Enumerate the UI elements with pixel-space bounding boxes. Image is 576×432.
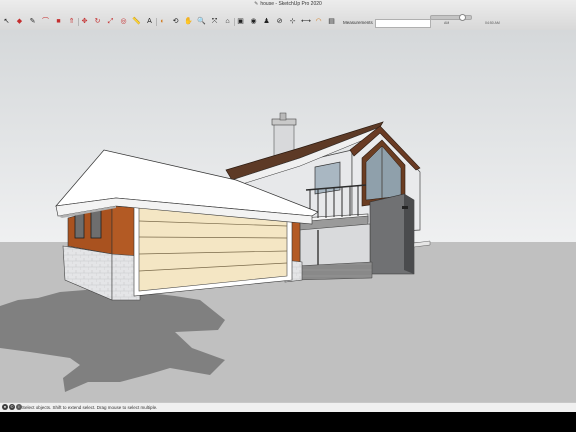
paint-bucket-tool[interactable]: ◐ <box>158 17 167 26</box>
eraser-icon: ◆ <box>16 18 23 25</box>
measurements-label: Measurements <box>343 20 373 25</box>
zoom-icon: 🔍 <box>197 18 206 25</box>
time-left-label: AM <box>444 21 450 25</box>
offset-tool[interactable]: ◎ <box>119 17 128 26</box>
toolbar-separator <box>78 18 79 26</box>
toolbar-area: ✎ house - SketchUp Pro 2020 ↖ ◆ ✎ ⌒ ■ ⇑ ✥ ↻ ⤢ ◎ 📏 A ◐… <box>0 0 576 31</box>
tape-measure-tool[interactable]: 📏 <box>132 17 141 26</box>
scale-icon: ⤢ <box>107 18 114 25</box>
geo-location-icon[interactable]: ● <box>2 404 8 410</box>
tape-measure-icon: 📏 <box>132 18 141 25</box>
scene-canvas[interactable] <box>0 30 576 402</box>
title-bar: ✎ house - SketchUp Pro 2020 <box>0 0 576 11</box>
pencil-icon: ✎ <box>29 18 36 25</box>
toolbar-separator <box>234 18 235 26</box>
warehouse-icon: ⌂ <box>225 18 230 25</box>
time-slider[interactable] <box>430 14 472 21</box>
axes-icon: ⊹ <box>289 18 296 25</box>
pencil-tool[interactable]: ✎ <box>28 17 37 26</box>
orbit-icon: ⟲ <box>172 18 179 25</box>
credits-icon[interactable]: © <box>9 404 15 410</box>
protractor-tool[interactable]: ◠ <box>314 17 323 26</box>
document-icon: ✎ <box>254 1 259 7</box>
protractor-icon: ◠ <box>315 18 322 25</box>
time-slider-knob[interactable] <box>459 14 466 21</box>
pan-tool[interactable]: ✋ <box>184 17 193 26</box>
camera-tool[interactable]: ◉ <box>249 17 258 26</box>
eraser-tool[interactable]: ◆ <box>15 17 24 26</box>
time-right-label: 04:50 AM <box>485 21 500 25</box>
zoom-tool[interactable]: 🔍 <box>197 17 206 26</box>
model-viewport[interactable] <box>0 30 576 402</box>
toolbar-separator <box>156 18 157 26</box>
dimension-icon: ⟷ <box>301 18 312 25</box>
window-title-text: house - SketchUp Pro 2020 <box>260 1 322 7</box>
move-tool[interactable]: ✥ <box>80 17 89 26</box>
shadow-time-control: AM 04:50 AM <box>430 13 524 26</box>
walk-icon: ♟ <box>263 18 270 25</box>
arc-icon: ⌒ <box>42 18 49 25</box>
extension-tool[interactable]: ▣ <box>236 17 245 26</box>
shape-tool[interactable]: ■ <box>54 17 63 26</box>
bottom-letterbox <box>0 412 576 432</box>
layout-tool[interactable]: ▤ <box>327 17 336 26</box>
status-bar: ● © i Select objects. Shift to extend se… <box>0 402 576 412</box>
sketchup-window: ✎ house - SketchUp Pro 2020 ↖ ◆ ✎ ⌒ ■ ⇑ ✥ ↻ ⤢ ◎ 📏 A ◐… <box>0 0 576 432</box>
offset-icon: ◎ <box>120 18 127 25</box>
scale-tool[interactable]: ⤢ <box>106 17 115 26</box>
rotate-tool[interactable]: ↻ <box>93 17 102 26</box>
walk-tool[interactable]: ♟ <box>262 17 271 26</box>
section-plane-tool[interactable]: ⊘ <box>275 17 284 26</box>
select-tool[interactable]: ↖ <box>2 17 11 26</box>
section-plane-icon: ⊘ <box>276 18 283 25</box>
measurements-field[interactable] <box>375 19 431 28</box>
arc-tool[interactable]: ⌒ <box>41 17 50 26</box>
text-icon: A <box>147 18 152 25</box>
push-pull-tool[interactable]: ⇑ <box>67 17 76 26</box>
zoom-extents-icon: ⤧ <box>211 18 218 25</box>
select-arrow-icon: ↖ <box>3 18 10 25</box>
status-text: Select objects. Shift to extend select. … <box>22 405 158 410</box>
text-tool[interactable]: A <box>145 17 154 26</box>
paint-bucket-icon: ◐ <box>160 18 165 25</box>
window-title: ✎ house - SketchUp Pro 2020 <box>0 1 576 7</box>
wall-light <box>402 206 408 209</box>
pan-hand-icon: ✋ <box>184 18 193 25</box>
orbit-tool[interactable]: ⟲ <box>171 17 180 26</box>
warehouse-tool[interactable]: ⌂ <box>223 17 232 26</box>
layout-icon: ▤ <box>328 18 335 25</box>
camera-icon: ◉ <box>250 18 257 25</box>
rotate-icon: ↻ <box>94 18 101 25</box>
dimension-tool[interactable]: ⟷ <box>301 17 312 26</box>
move-icon: ✥ <box>81 18 88 25</box>
zoom-extents-tool[interactable]: ⤧ <box>210 17 219 26</box>
chimney-flue <box>279 112 287 121</box>
shape-icon: ■ <box>56 18 61 25</box>
push-pull-icon: ⇑ <box>68 18 75 25</box>
extension-icon: ▣ <box>237 18 244 25</box>
axes-tool[interactable]: ⊹ <box>288 17 297 26</box>
